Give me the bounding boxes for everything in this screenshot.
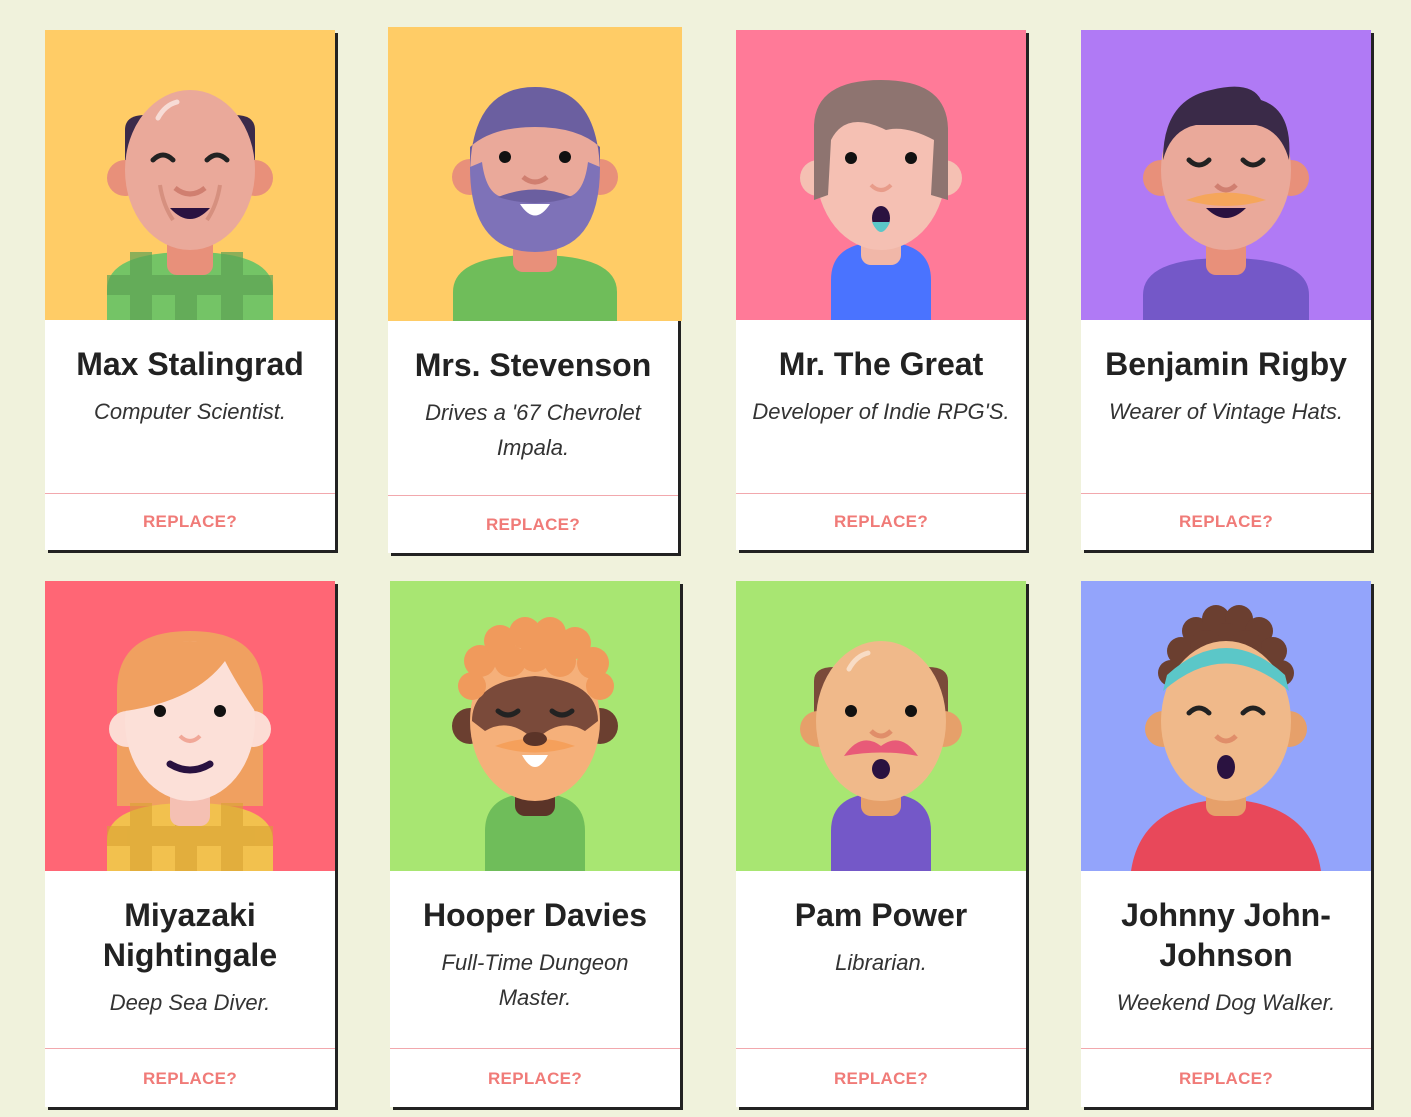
curly-hair-man-face-icon <box>390 581 680 871</box>
card-name: Max Stalingrad <box>76 346 304 382</box>
bearded-man-face-icon <box>388 27 682 321</box>
card-description: Deep Sea Diver. <box>109 990 271 1015</box>
card-name: Miyazaki Nightingale <box>102 897 278 973</box>
mustached-man-face-icon <box>1081 30 1371 320</box>
profile-card: Hooper Davies Full-Time Dungeon Master. … <box>390 581 680 1107</box>
card-divider <box>1081 1048 1371 1049</box>
card-description: Wearer of Vintage Hats. <box>1109 399 1343 424</box>
card-body: Benjamin Rigby Wearer of Vintage Hats. <box>1081 344 1371 429</box>
replace-button[interactable]: REPLACE? <box>45 493 335 550</box>
card-body: Max Stalingrad Computer Scientist. <box>45 344 335 429</box>
profile-card: Miyazaki Nightingale Deep Sea Diver. REP… <box>45 581 335 1107</box>
card-name: Johnny John-Johnson <box>1121 897 1331 973</box>
card-name: Benjamin Rigby <box>1105 346 1347 382</box>
replace-button[interactable]: REPLACE? <box>1081 1050 1371 1107</box>
bald-mustache-face-icon <box>736 581 1026 871</box>
profile-card: Pam Power Librarian. REPLACE? <box>736 581 1026 1107</box>
card-divider <box>736 1048 1026 1049</box>
replace-button[interactable]: REPLACE? <box>736 493 1026 550</box>
card-description: Drives a '67 Chevrolet Impala. <box>425 400 641 460</box>
woman-face-icon <box>45 581 335 871</box>
card-body: Miyazaki Nightingale Deep Sea Diver. <box>45 895 335 1020</box>
card-name: Mr. The Great <box>778 346 984 382</box>
profile-card: Benjamin Rigby Wearer of Vintage Hats. R… <box>1081 30 1371 550</box>
surprised-man-face-icon <box>736 30 1026 320</box>
card-body: Mrs. Stevenson Drives a '67 Chevrolet Im… <box>388 345 678 465</box>
replace-button[interactable]: REPLACE? <box>45 1050 335 1107</box>
bald-man-glasses-face-icon <box>45 30 335 320</box>
card-name: Pam Power <box>794 897 968 933</box>
card-name: Hooper Davies <box>422 897 648 933</box>
card-divider <box>390 1048 680 1049</box>
card-body: Hooper Davies Full-Time Dungeon Master. <box>390 895 680 1015</box>
card-body: Mr. The Great Developer of Indie RPG'S. <box>736 344 1026 429</box>
profile-card: Johnny John-Johnson Weekend Dog Walker. … <box>1081 581 1371 1107</box>
replace-button[interactable]: REPLACE? <box>388 496 678 553</box>
card-description: Full-Time Dungeon Master. <box>441 950 629 1010</box>
card-description: Weekend Dog Walker. <box>1116 990 1336 1015</box>
card-body: Pam Power Librarian. <box>736 895 1026 980</box>
replace-button[interactable]: REPLACE? <box>736 1050 1026 1107</box>
profile-card: Mr. The Great Developer of Indie RPG'S. … <box>736 30 1026 550</box>
card-body: Johnny John-Johnson Weekend Dog Walker. <box>1081 895 1371 1020</box>
profile-card: Max Stalingrad Computer Scientist. REPLA… <box>45 30 335 550</box>
card-description: Developer of Indie RPG'S. <box>752 399 1010 424</box>
card-name: Mrs. Stevenson <box>414 347 652 383</box>
card-description: Computer Scientist. <box>94 399 286 424</box>
replace-button[interactable]: REPLACE? <box>390 1050 680 1107</box>
replace-button[interactable]: REPLACE? <box>1081 493 1371 550</box>
profile-card: Mrs. Stevenson Drives a '67 Chevrolet Im… <box>388 27 682 553</box>
card-description: Librarian. <box>835 950 927 975</box>
headband-face-icon <box>1081 581 1371 871</box>
card-divider <box>45 1048 335 1049</box>
